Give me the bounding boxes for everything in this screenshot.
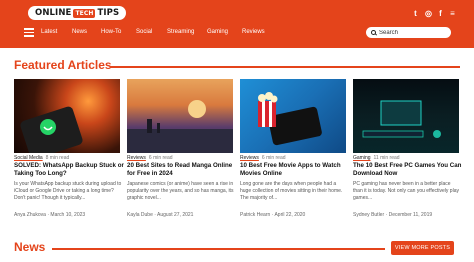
read-time: 6 min read	[148, 155, 173, 161]
card-image-manga[interactable]	[127, 79, 233, 153]
card-excerpt: Is your WhatsApp backup stuck during upl…	[14, 181, 122, 201]
card-meta: Kayla Dube · August 27, 2021	[127, 212, 194, 218]
popcorn-phone-image	[258, 92, 322, 146]
category-link[interactable]: Social Media	[14, 155, 43, 161]
category-link[interactable]: Reviews	[127, 155, 146, 161]
search-input[interactable]	[379, 29, 439, 36]
nav-latest[interactable]: Latest	[41, 29, 57, 35]
featured-title: Featured Articles	[14, 58, 112, 72]
card-author[interactable]: Anya Zhukova	[14, 212, 46, 218]
logo-text-tech: TECH	[73, 8, 96, 18]
read-time: 6 min read	[261, 155, 286, 161]
logo-text-online: ONLINE	[35, 8, 72, 18]
card-date: December 11, 2019	[388, 212, 433, 218]
nav-news[interactable]: News	[72, 29, 87, 35]
card-meta: Sydney Butler · December 11, 2019	[353, 212, 433, 218]
nav-gaming[interactable]: Gaming	[207, 29, 228, 35]
news-divider	[52, 248, 385, 250]
search-box[interactable]	[366, 27, 451, 38]
card-title[interactable]: SOLVED: WhatsApp Backup Stuck or Taking …	[14, 162, 124, 177]
twitter-icon[interactable]: t	[410, 8, 421, 19]
card-date: March 10, 2023	[50, 212, 86, 218]
news-title: News	[14, 240, 46, 254]
card-date: August 27, 2021	[157, 212, 194, 218]
phone-image	[20, 106, 83, 153]
nav-reviews[interactable]: Reviews	[242, 29, 265, 35]
category-link[interactable]: Gaming	[353, 155, 371, 161]
card-category: Social Media 8 min read	[14, 155, 69, 161]
card-author[interactable]: Kayla Dube	[127, 212, 153, 218]
card-category: Gaming 11 min read	[353, 155, 400, 161]
gaming-setup-image	[362, 100, 441, 138]
read-time: 8 min read	[45, 155, 70, 161]
card-image-pc-games[interactable]	[353, 79, 459, 153]
card-image-movies[interactable]	[240, 79, 346, 153]
card-title[interactable]: 10 Best Free Movie Apps to Watch Movies …	[240, 162, 350, 177]
card-category: Reviews 6 min read	[127, 155, 173, 161]
read-time: 11 min read	[373, 155, 400, 161]
facebook-icon[interactable]: f	[435, 8, 446, 19]
rss-icon[interactable]: ≡	[447, 8, 458, 19]
card-excerpt: Long gone are the days when people had a…	[240, 181, 343, 201]
card-category: Reviews 6 min read	[240, 155, 286, 161]
card-meta: Anya Zhukova · March 10, 2023	[14, 212, 86, 218]
logo-text-tips: TIPS	[97, 8, 120, 18]
nav-streaming[interactable]: Streaming	[167, 29, 194, 35]
anime-sunset-image	[127, 100, 233, 153]
nav-how-to[interactable]: How-To	[101, 29, 121, 35]
site-logo[interactable]: ONLINE TECH TIPS	[28, 6, 127, 20]
category-link[interactable]: Reviews	[240, 155, 259, 161]
featured-divider	[110, 66, 460, 68]
card-title[interactable]: 20 Best Sites to Read Manga Online for F…	[127, 162, 237, 177]
nav-social[interactable]: Social	[136, 29, 152, 35]
menu-icon[interactable]	[24, 28, 34, 37]
card-excerpt: PC gaming has never been in a better pla…	[353, 181, 459, 201]
card-date: April 22, 2020	[274, 212, 306, 218]
card-title[interactable]: The 10 Best Free PC Games You Can Downlo…	[353, 162, 463, 177]
view-more-posts-button[interactable]: VIEW MORE POSTS	[391, 241, 454, 255]
card-excerpt: Japanese comics (or anime) have seen a r…	[127, 181, 234, 201]
card-meta: Patrick Hearn · April 22, 2020	[240, 212, 306, 218]
card-author[interactable]: Sydney Butler	[353, 212, 384, 218]
card-author[interactable]: Patrick Hearn	[240, 212, 270, 218]
search-icon	[371, 30, 376, 35]
instagram-icon[interactable]: ◎	[423, 8, 434, 19]
card-image-whatsapp[interactable]	[14, 79, 120, 153]
